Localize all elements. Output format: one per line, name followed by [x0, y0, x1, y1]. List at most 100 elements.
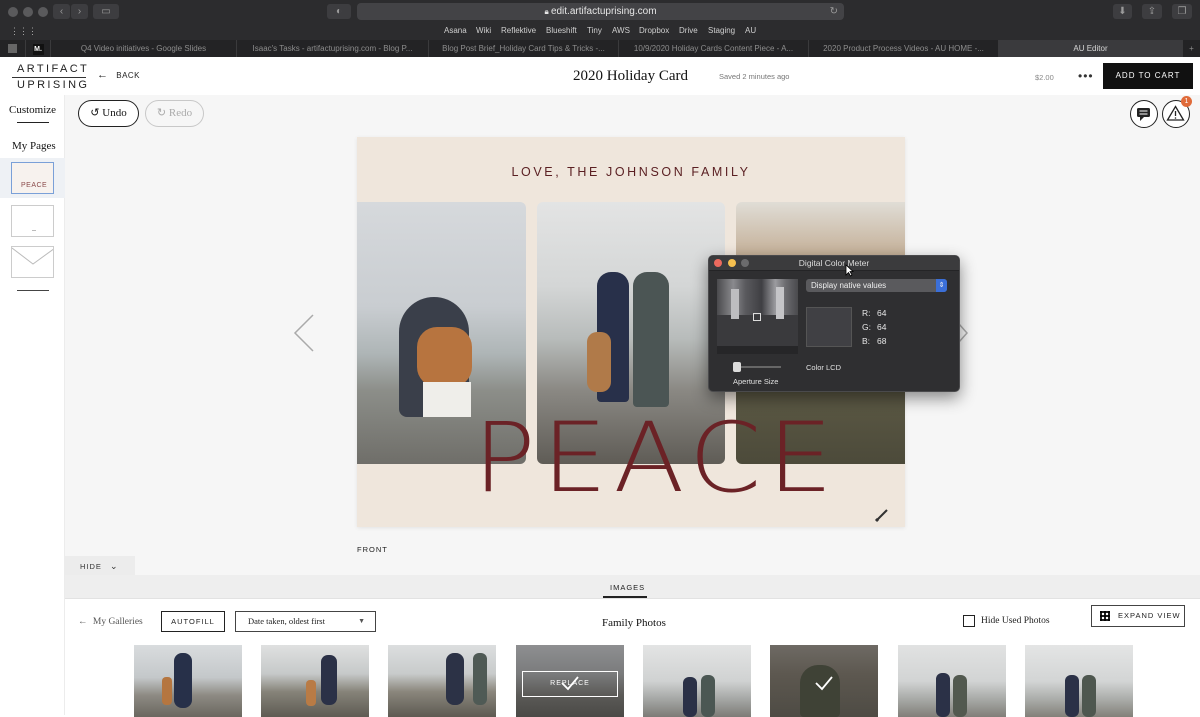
arrow-left-icon: ← [78, 617, 88, 627]
forward-nav-icon[interactable]: › [71, 4, 88, 19]
photo-figure [633, 272, 669, 407]
bookmark-wiki[interactable]: Wiki [476, 26, 491, 35]
photo-figure [473, 653, 487, 705]
prev-page-arrow-icon[interactable] [293, 313, 315, 358]
page-thumb-inside-mark [32, 230, 36, 231]
redo-button[interactable]: ↻ Redo [145, 100, 204, 127]
gallery-photo-used[interactable]: REPLACE [516, 645, 624, 717]
caret-down-icon: ▼ [358, 617, 365, 625]
photo-figure [1082, 675, 1096, 717]
photo-figure [423, 382, 471, 417]
gallery-photo[interactable] [261, 645, 369, 717]
logo-line1: ARTIFACT [17, 63, 90, 75]
sort-select[interactable]: Date taken, oldest first ▼ [235, 611, 376, 632]
address-bar[interactable]: 🔒︎ edit.artifactuprising.com ↻ [357, 3, 844, 20]
photo-figure [683, 677, 697, 717]
page-thumb-front-text: PEACE [21, 182, 48, 189]
browser-tab[interactable]: 10/9/2020 Holiday Cards Content Piece - … [618, 40, 808, 57]
aperture-size-slider[interactable] [733, 362, 781, 374]
artifact-uprising-logo[interactable]: ARTIFACT UPRISING [0, 57, 90, 95]
bookmark-asana[interactable]: Asana [444, 26, 467, 35]
tabs-overview-icon[interactable]: ❐ [1172, 4, 1192, 19]
photo-figure [1065, 675, 1079, 717]
gallery-photo[interactable] [643, 645, 751, 717]
hide-panel-tab[interactable]: HIDE ⌄ [65, 556, 135, 575]
privacy-shield-icon[interactable]: ◐ [327, 4, 351, 19]
checkbox-icon[interactable] [963, 615, 975, 627]
sidebar-toggle-icon[interactable]: ▭ [93, 4, 119, 19]
browser-tab[interactable]: Isaac's Tasks - artifactuprising.com - B… [236, 40, 428, 57]
magnifier-pixel-block [776, 287, 784, 319]
add-to-cart-button[interactable]: ADD TO CART [1103, 63, 1193, 89]
magnifier-pixel-block [717, 279, 798, 315]
my-pages-tab[interactable]: My Pages [12, 140, 56, 152]
bookmark-aws[interactable]: AWS [612, 26, 630, 35]
hide-used-photos-toggle[interactable]: Hide Used Photos [963, 615, 1050, 627]
expand-view-button[interactable]: EXPAND VIEW [1091, 605, 1185, 627]
bookmark-staging[interactable]: Staging [708, 26, 735, 35]
customize-tab[interactable]: Customize [9, 104, 56, 116]
bookmark-dropbox[interactable]: Dropbox [639, 26, 669, 35]
mouse-cursor-icon [845, 264, 855, 282]
logo-line2: UPRISING [17, 79, 90, 91]
minimize-window-icon[interactable] [23, 7, 33, 17]
bookmark-reflektive[interactable]: Reflektive [501, 26, 536, 35]
gallery-photo[interactable] [388, 645, 496, 717]
tab-images-underline [603, 596, 647, 598]
browser-tab[interactable]: 2020 Product Process Videos - AU HOME -.… [808, 40, 998, 57]
images-panel: IMAGES ← My Galleries AUTOFILL Date take… [65, 575, 1200, 717]
gallery-photo[interactable] [898, 645, 1006, 717]
browser-tab-active[interactable]: AU Editor [998, 40, 1182, 57]
card-headline[interactable]: LOVE, THE JOHNSON FAMILY [357, 165, 905, 179]
card-peace-text[interactable]: PEACE [473, 409, 839, 506]
bookmark-tiny[interactable]: Tiny [587, 26, 602, 35]
comments-button[interactable] [1130, 100, 1158, 128]
new-tab-icon[interactable]: + [1182, 40, 1200, 57]
back-nav-icon[interactable]: ‹ [53, 4, 70, 19]
downloads-icon[interactable]: ⬇ [1113, 4, 1132, 19]
autofill-button[interactable]: AUTOFILL [161, 611, 225, 632]
photo-figure [321, 655, 337, 705]
photo-figure [936, 673, 950, 717]
gallery-photo-used[interactable] [770, 645, 878, 717]
mode-select[interactable]: Display native values ⇕ [806, 279, 947, 292]
browser-tab[interactable]: Q4 Video initiatives - Google Slides [50, 40, 236, 57]
close-window-icon[interactable] [8, 7, 18, 17]
undo-icon: ↺ [90, 107, 100, 119]
page-thumb-inside[interactable] [11, 205, 54, 237]
reload-icon[interactable]: ↻ [830, 3, 838, 20]
digital-color-meter-window[interactable]: Digital Color Meter Display native value… [708, 255, 960, 392]
edit-text-brush-icon[interactable] [874, 507, 890, 528]
page-thumb-front[interactable]: PEACE [0, 158, 65, 198]
back-button[interactable]: ← BACK [97, 69, 140, 81]
bookmark-drive[interactable]: Drive [679, 26, 698, 35]
warnings-button[interactable]: 1 [1162, 96, 1192, 128]
share-icon[interactable]: ⇪ [1142, 4, 1162, 19]
gallery-photo[interactable] [134, 645, 242, 717]
magnifier-pixel-block [731, 289, 739, 319]
browser-tab[interactable]: Blog Post Brief_Holiday Card Tips & Tric… [428, 40, 618, 57]
chevron-down-icon: ⌄ [110, 561, 119, 571]
photo-figure [174, 653, 192, 708]
more-options-icon[interactable]: ••• [1078, 69, 1094, 83]
bookmark-blueshift[interactable]: Blueshift [546, 26, 577, 35]
magnifier-preview [717, 279, 798, 354]
pinned-tab[interactable]: M. [25, 40, 50, 57]
slider-knob[interactable] [733, 362, 741, 372]
red-value: 64 [877, 308, 887, 318]
pinned-tab[interactable] [0, 40, 25, 57]
tab-images[interactable]: IMAGES [610, 583, 645, 592]
undo-button[interactable]: ↺ Undo [78, 100, 139, 127]
photo-figure [306, 680, 316, 706]
gallery-title: Family Photos [602, 617, 666, 629]
display-profile-label: Color LCD [806, 363, 842, 372]
bookmarks-bar: ⋮⋮⋮ Asana Wiki Reflektive Blueshift Tiny… [0, 23, 1200, 40]
gallery-photo[interactable] [1025, 645, 1133, 717]
apps-grid-icon[interactable]: ⋮⋮⋮ [10, 26, 37, 37]
page-thumb-envelope[interactable] [11, 246, 54, 278]
my-galleries-link[interactable]: ← My Galleries [78, 617, 143, 627]
save-status: Saved 2 minutes ago [719, 72, 790, 81]
zoom-window-icon[interactable] [38, 7, 48, 17]
project-title[interactable]: 2020 Holiday Card [573, 68, 688, 85]
bookmark-au[interactable]: AU [745, 26, 756, 35]
